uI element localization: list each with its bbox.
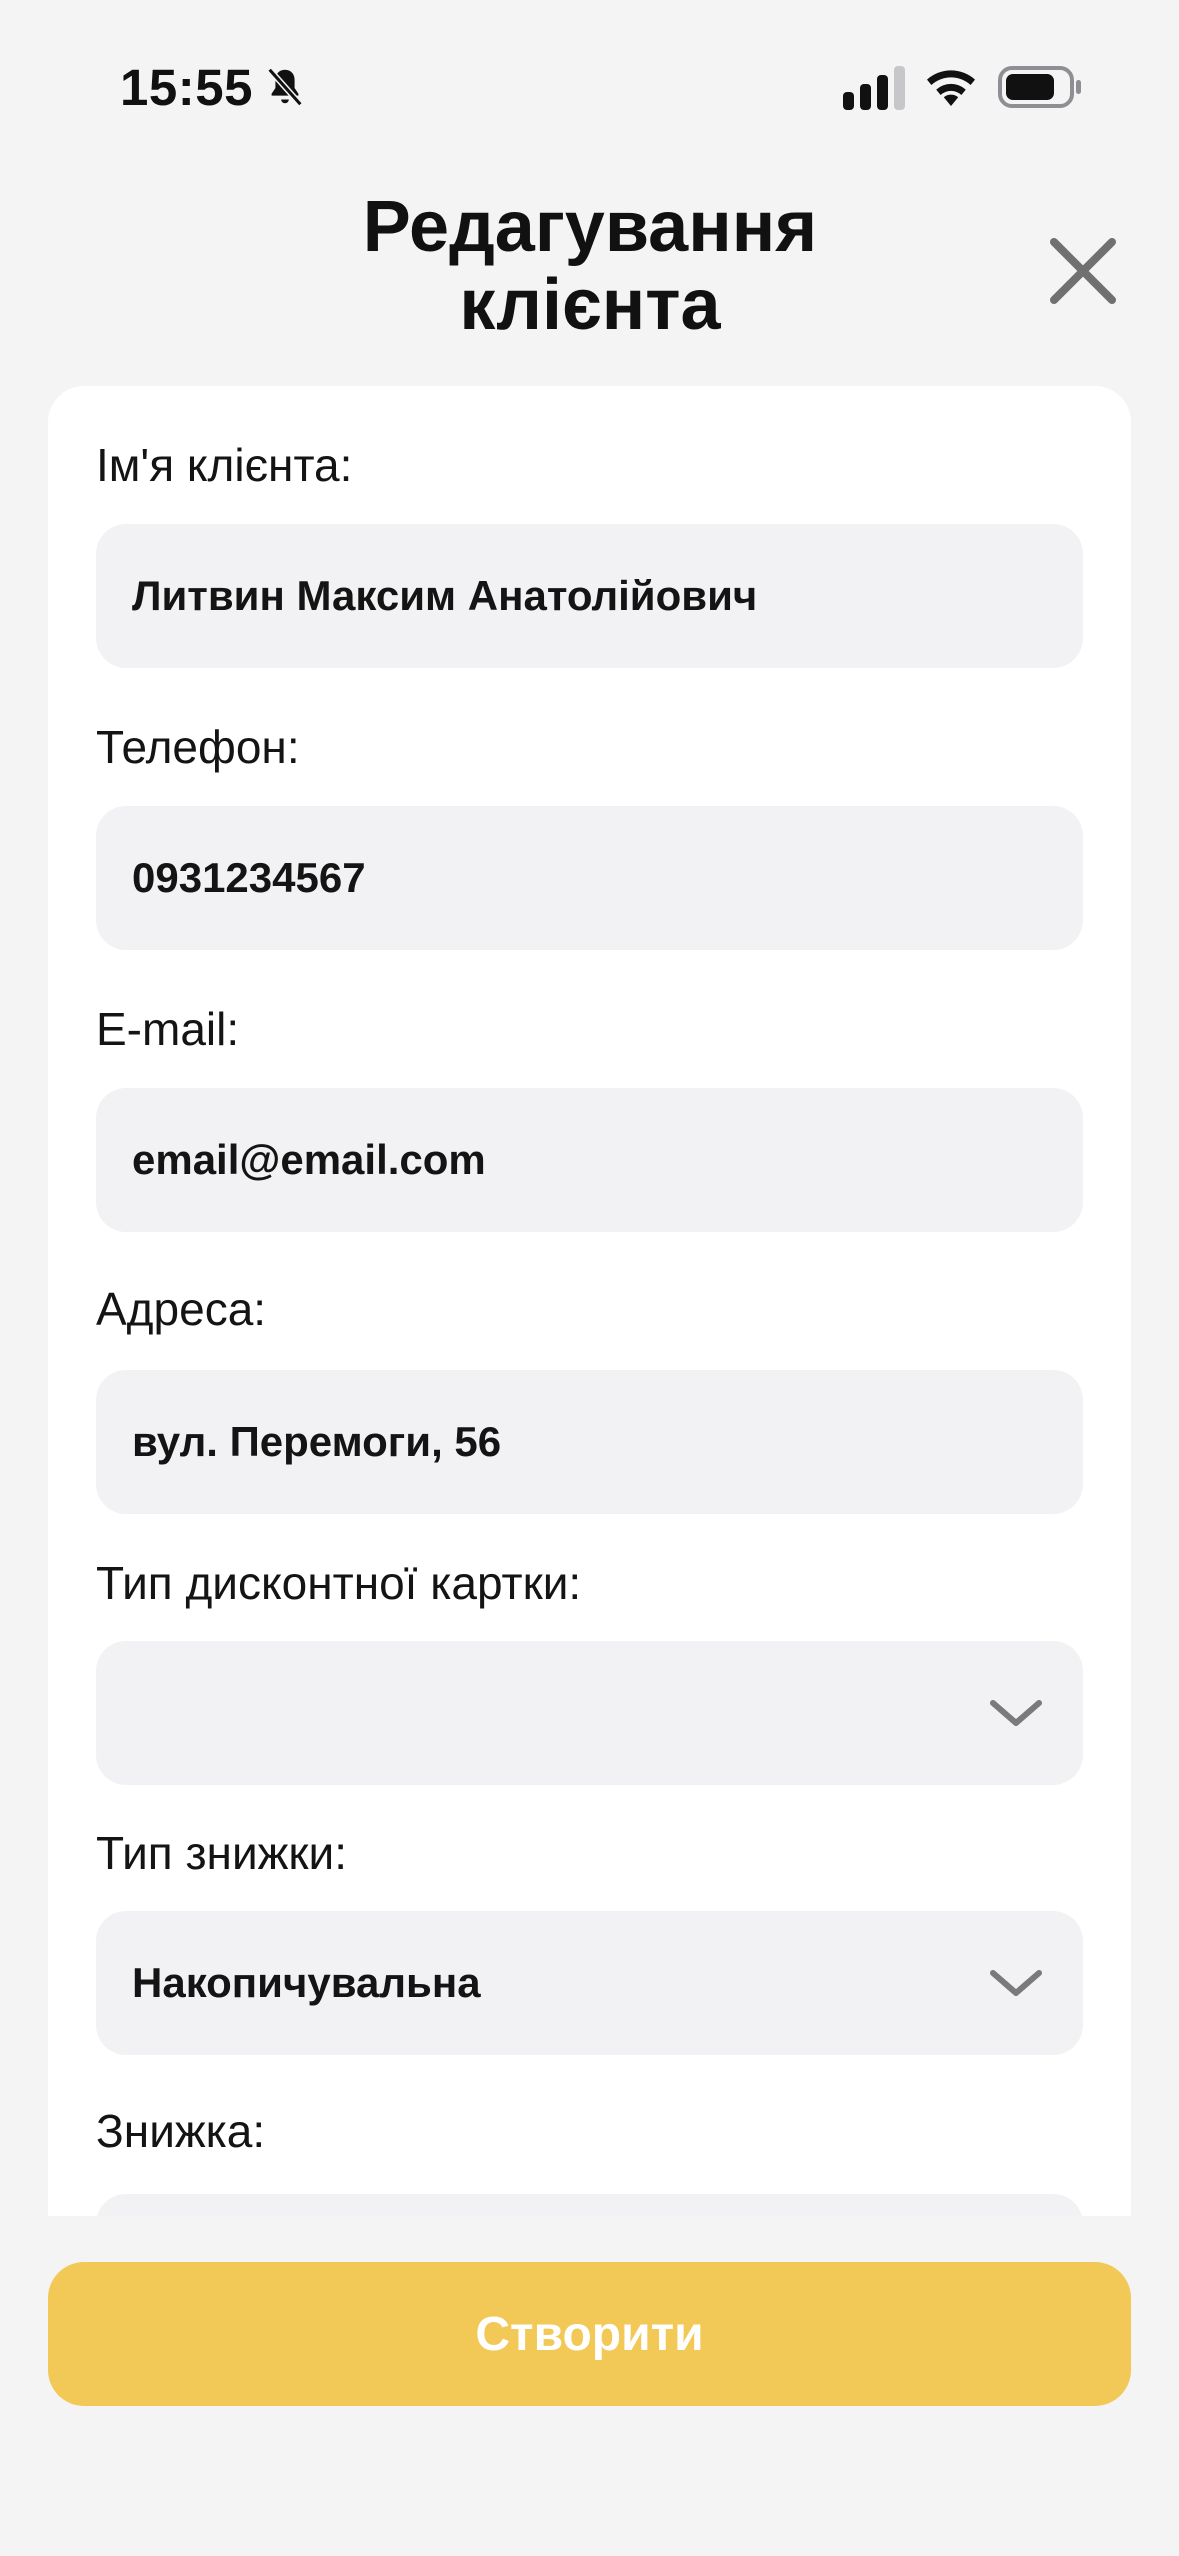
card-type-select[interactable] <box>96 1641 1083 1785</box>
page-title: Редагування клієнта <box>362 187 818 345</box>
battery-icon <box>998 66 1081 108</box>
status-bar: 15:55 <box>0 0 1179 150</box>
client-name-value: Литвин Максим Анатолійович <box>132 572 758 619</box>
client-name-field[interactable]: Литвин Максим Анатолійович <box>96 524 1083 668</box>
card-type-label: Тип дисконтної картки: <box>96 1557 582 1609</box>
close-icon[interactable] <box>1048 236 1118 306</box>
address-value: вул. Перемоги, 56 <box>132 1418 502 1465</box>
address-label: Адреса: <box>96 1283 267 1335</box>
email-value: email@email.com <box>132 1136 486 1183</box>
create-button[interactable]: Створити <box>48 2262 1131 2406</box>
wifi-icon <box>927 70 975 106</box>
status-time: 15:55 <box>120 59 253 116</box>
discount-type-select[interactable]: Накопичувальна <box>96 1911 1083 2055</box>
chevron-down-icon <box>990 1700 1042 1726</box>
bell-muted-icon <box>267 67 303 107</box>
edit-client-screen: 15:55 Редагування клієнта Ім'я клієнта: … <box>0 0 1179 2556</box>
phone-label: Телефон: <box>96 721 300 773</box>
discount-type-value: Накопичувальна <box>132 1959 481 2006</box>
email-label: E-mail: <box>96 1003 240 1055</box>
address-field[interactable]: вул. Перемоги, 56 <box>96 1370 1083 1514</box>
phone-value: 0931234567 <box>132 854 366 901</box>
email-field[interactable]: email@email.com <box>96 1088 1083 1232</box>
phone-field[interactable]: 0931234567 <box>96 806 1083 950</box>
chevron-down-icon <box>990 1970 1042 1996</box>
signal-icon <box>843 66 905 110</box>
client-name-label: Ім'я клієнта: <box>96 439 353 491</box>
discount-label: Знижка: <box>96 2105 266 2157</box>
client-form: Ім'я клієнта: Литвин Максим Анатолійович… <box>48 386 1131 2216</box>
discount-type-label: Тип знижки: <box>96 1827 348 1879</box>
discount-field[interactable] <box>96 2194 1083 2216</box>
